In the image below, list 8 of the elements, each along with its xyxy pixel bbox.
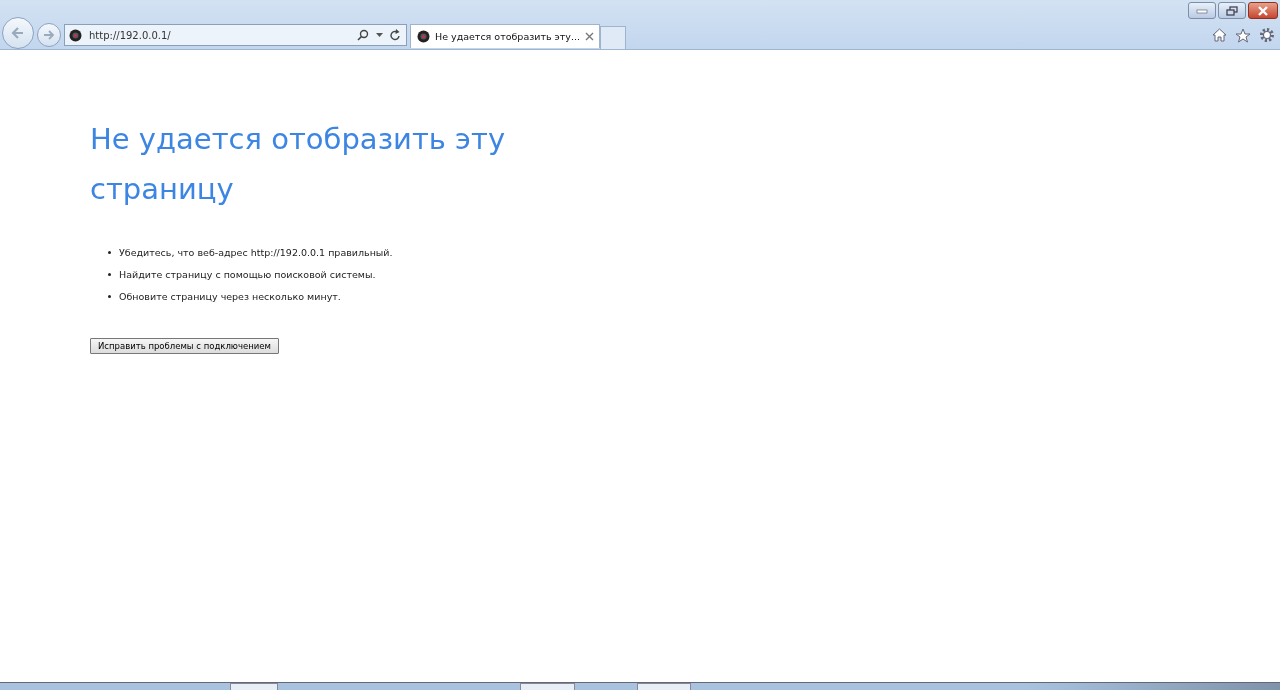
suggestion-text: Найдите страницу с помощью поисковой системы.: [119, 268, 376, 280]
address-bar[interactable]: http://192.0.0.1/: [64, 24, 407, 46]
suggestion-text: Обновите страницу через несколько минут.: [119, 290, 341, 302]
fix-connection-button[interactable]: Исправить проблемы с подключением: [90, 338, 279, 354]
url-text: http://192.0.0.1/: [89, 29, 172, 41]
browser-tab[interactable]: Не удается отобразить эту...: [410, 24, 600, 48]
suggestion-text: Убедитесь, что веб-адрес http://192.0.0.1 правильный.: [119, 246, 393, 258]
error-heading: Не удается отобразить эту страницу: [90, 121, 507, 208]
